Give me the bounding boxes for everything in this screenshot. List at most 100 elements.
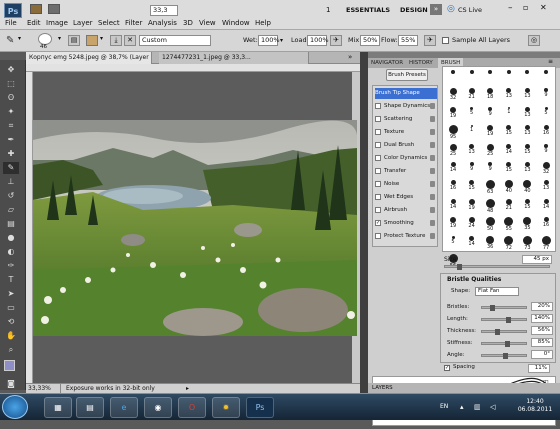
crop-tool-icon[interactable]: ⌗: [3, 120, 19, 132]
brush-tip[interactable]: 13: [518, 160, 536, 178]
menu-layer[interactable]: Layer: [73, 19, 93, 27]
tray-show-hidden-icon[interactable]: ▴: [460, 403, 464, 411]
brush-category-item[interactable]: Protect Texture: [375, 231, 437, 242]
restore-button[interactable]: ▫: [523, 3, 528, 12]
brush-tip[interactable]: 19: [444, 105, 462, 123]
bristle-row-value[interactable]: 85%: [531, 338, 553, 347]
clean-brush-icon[interactable]: ✕: [124, 35, 136, 46]
type-tool-icon[interactable]: T: [3, 274, 19, 286]
quick-mask-icon[interactable]: ◙: [3, 378, 19, 390]
brush-tip[interactable]: 16: [537, 123, 555, 141]
brush-tip[interactable]: 1: [463, 123, 481, 141]
brush-tip[interactable]: [500, 68, 518, 86]
flow-field[interactable]: 55%: [398, 35, 418, 46]
brush-category-item[interactable]: Texture: [375, 127, 437, 138]
spacing-checkbox[interactable]: ✓: [444, 365, 450, 371]
brush-category-checkbox[interactable]: [375, 206, 381, 213]
zoom-tool-icon[interactable]: ⌕: [3, 344, 19, 356]
quick-select-tool-icon[interactable]: ✦: [3, 106, 19, 118]
size-field[interactable]: 45 px: [522, 255, 552, 264]
brush-tip[interactable]: 25: [444, 142, 462, 160]
bristle-row-slider[interactable]: [481, 353, 527, 359]
menu-edit[interactable]: Edit: [27, 19, 41, 27]
hand-tool-icon[interactable]: ✋: [3, 330, 19, 342]
brush-tip[interactable]: 13: [537, 178, 555, 196]
brush-tip[interactable]: 48: [481, 197, 499, 215]
brush-tip[interactable]: 15: [500, 123, 518, 141]
brush-tip[interactable]: 1: [500, 105, 518, 123]
bristle-slider-knob[interactable]: [506, 317, 511, 323]
brush-category-item[interactable]: Dual Brush: [375, 140, 437, 151]
brush-tip[interactable]: 50: [481, 215, 499, 233]
brush-tip[interactable]: 18: [481, 86, 499, 104]
brush-tip[interactable]: 73: [518, 234, 536, 252]
brush-category-checkbox[interactable]: [375, 102, 381, 109]
lock-icon[interactable]: [430, 181, 435, 187]
layers-panel-collapsed[interactable]: LAYERS: [368, 383, 560, 393]
brush-tip[interactable]: 32: [444, 86, 462, 104]
menu-view[interactable]: View: [199, 19, 216, 27]
brush-tip[interactable]: 14: [444, 197, 462, 215]
brush-tip[interactable]: [444, 68, 462, 86]
foreground-color-swatch[interactable]: [4, 360, 15, 371]
brush-tip[interactable]: 95: [444, 123, 462, 141]
bristle-row-slider[interactable]: [481, 341, 527, 347]
brush-category-checkbox[interactable]: [375, 193, 381, 200]
brush-tip[interactable]: 25: [481, 142, 499, 160]
menu-window[interactable]: Window: [222, 19, 250, 27]
brush-panel-toggle-icon[interactable]: ▤: [68, 35, 80, 46]
brush-tip[interactable]: 19: [463, 197, 481, 215]
bristle-row-slider[interactable]: [481, 317, 527, 323]
brush-tip[interactable]: 9: [537, 86, 555, 104]
brush-category-checkbox[interactable]: [375, 141, 381, 148]
load-field[interactable]: 100%: [307, 35, 329, 46]
brush-tip[interactable]: 19: [481, 123, 499, 141]
brush-category-checkbox[interactable]: [375, 180, 381, 187]
cslive-label[interactable]: CS Live: [458, 6, 482, 14]
brush-tip[interactable]: 77: [537, 234, 555, 252]
brush-tip[interactable]: 9: [537, 142, 555, 160]
tab-document-2[interactable]: 1274477231_1.jpeg @ 33,3...: [159, 52, 309, 64]
brush-tip[interactable]: 19: [444, 215, 462, 233]
minimize-button[interactable]: –: [508, 3, 513, 13]
3d-rotate-tool-icon[interactable]: ⟲: [3, 316, 19, 328]
brush-tip[interactable]: 40: [518, 178, 536, 196]
tab-document-1[interactable]: Корпус emg 5248.jpeg @ 38,7% (Layer 0 co…: [26, 52, 152, 64]
brush-tip[interactable]: 24: [463, 215, 481, 233]
lasso-tool-icon[interactable]: ʘ: [3, 92, 19, 104]
menu-analysis[interactable]: Analysis: [148, 19, 177, 27]
brush-tip[interactable]: [518, 68, 536, 86]
brush-tip[interactable]: 32: [537, 160, 555, 178]
airbrush-toggle-icon[interactable]: ✈: [424, 35, 436, 46]
bristle-row-value[interactable]: 56%: [531, 326, 553, 335]
gradient-tool-icon[interactable]: ▤: [3, 218, 19, 230]
brush-picker-chevron-icon[interactable]: ▾: [58, 35, 61, 42]
taskbar-opera-icon[interactable]: O: [178, 397, 206, 418]
brush-tip[interactable]: 13: [518, 123, 536, 141]
brush-presets-button[interactable]: Brush Presets: [386, 69, 428, 81]
brush-tip[interactable]: 40: [500, 178, 518, 196]
brush-category-checkbox[interactable]: [375, 128, 381, 135]
brush-tool-icon[interactable]: ✎: [3, 162, 19, 174]
brush-category-checkbox[interactable]: [375, 232, 381, 239]
mix-field[interactable]: 50%: [360, 35, 380, 46]
brush-tip[interactable]: 14: [463, 234, 481, 252]
bristle-slider-knob[interactable]: [503, 353, 508, 359]
brush-tip[interactable]: 14: [537, 197, 555, 215]
brush-tip[interactable]: 9: [463, 160, 481, 178]
brush-tip[interactable]: [537, 68, 555, 86]
brush-tip[interactable]: 13: [518, 86, 536, 104]
brush-tip[interactable]: 15: [463, 178, 481, 196]
bristle-slider-knob[interactable]: [495, 329, 500, 335]
tabs-overflow-icon[interactable]: »: [348, 53, 352, 61]
lock-icon[interactable]: [430, 129, 435, 135]
brush-tip[interactable]: 9: [481, 105, 499, 123]
dodge-tool-icon[interactable]: ◐: [3, 246, 19, 258]
brush-tip[interactable]: 72: [500, 234, 518, 252]
size-slider-knob[interactable]: [457, 264, 462, 270]
menu-file[interactable]: File: [5, 19, 17, 27]
history-brush-tool-icon[interactable]: ↺: [3, 190, 19, 202]
eyedropper-tool-icon[interactable]: ✒: [3, 134, 19, 146]
close-button[interactable]: ✕: [540, 3, 547, 12]
brush-tip[interactable]: 5: [444, 234, 462, 252]
